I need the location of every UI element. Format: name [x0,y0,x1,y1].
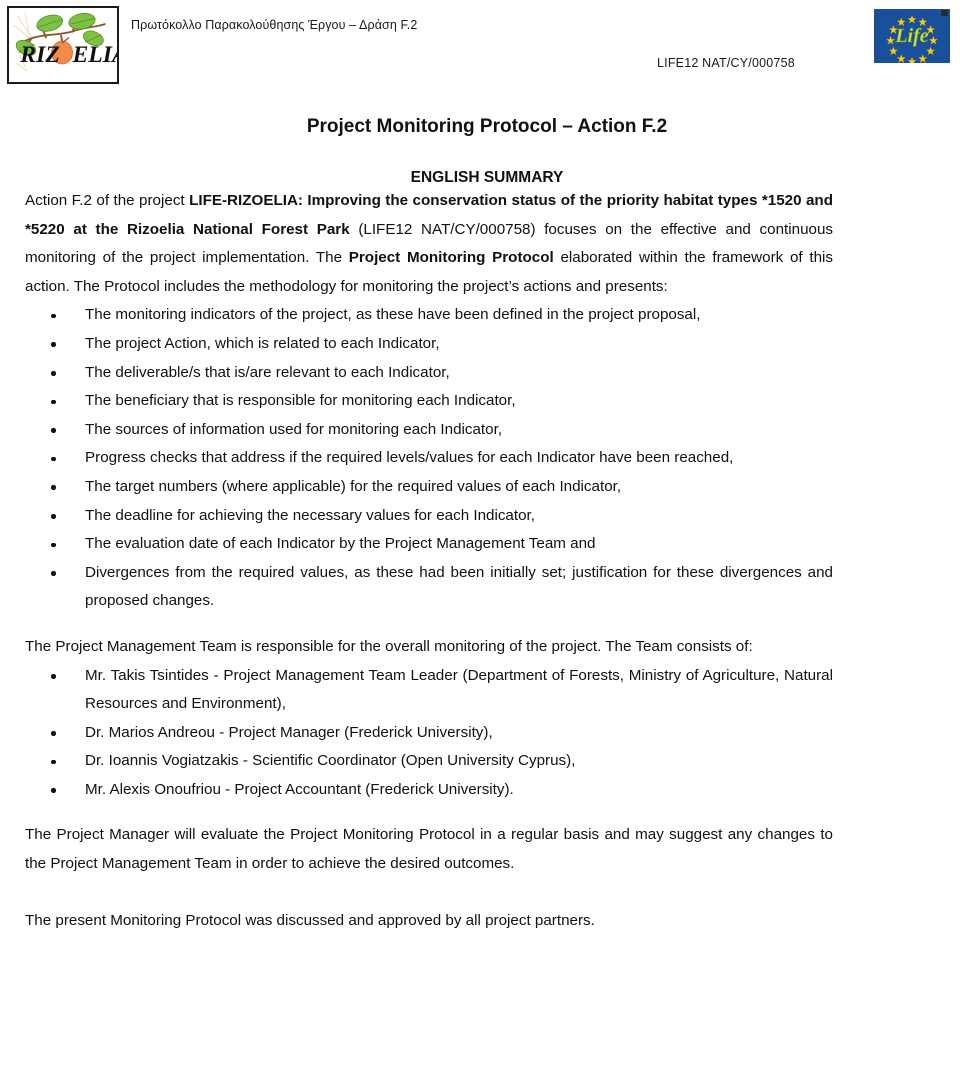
closing-paragraph-2: The present Monitoring Protocol was disc… [25,911,595,929]
document-subtitle: ENGLISH SUMMARY [410,169,564,186]
list-item: The target numbers (where applicable) fo… [25,473,833,502]
list-item: Dr. Ioannis Vogiatzakis - Scientific Coo… [25,747,833,776]
life-logo-corner-mark [941,10,948,16]
header-greek-title: Πρωτόκολλο Παρακολούθησης Έργου – Δράση … [131,18,418,32]
intro-bold-protocol: Project Monitoring Protocol [348,249,554,267]
life-eu-logo-art: Life [874,9,950,63]
list-item: The evaluation date of each Indicator by… [25,530,833,559]
list-item: The sources of information used for moni… [25,416,833,445]
header-life-project-code: LIFE12 NAT/CY/000758 [657,56,795,70]
rizoelia-logo-art: RIZ ELIA [9,8,117,82]
team-intro-paragraph: The Project Management Team is responsib… [25,637,753,655]
team-members-list: Mr. Takis Tsintides - Project Management… [25,662,833,805]
intro-paragraph: Action F.2 of the project LIFE-RIZOELIA:… [25,187,833,301]
list-item: The project Action, which is related to … [25,330,833,359]
list-item: Mr. Alexis Onoufriou - Project Accountan… [25,776,833,805]
rizoelia-logo-text-right: ELIA [71,42,117,68]
list-item: Progress checks that address if the requ… [25,444,833,473]
list-item: The deadline for achieving the necessary… [25,502,833,531]
page-header: RIZ ELIA Πρωτόκολλο Παρακολούθησης Έργου… [0,0,960,92]
protocol-items-list: The monitoring indicators of the project… [25,301,833,616]
rizoelia-logo-text-left: RIZ [19,42,60,68]
document-body: Project Monitoring Protocol – Action F.2… [0,92,960,935]
rizoelia-logo: RIZ ELIA [7,6,119,84]
life-eu-logo: Life [874,9,950,63]
list-item: The deliverable/s that is/are relevant t… [25,359,833,388]
list-item: The monitoring indicators of the project… [25,301,833,330]
document-title: Project Monitoring Protocol – Action F.2 [306,116,668,137]
list-item: The beneficiary that is responsible for … [25,387,833,416]
list-item: Divergences from the required values, as… [25,559,833,616]
list-item: Dr. Marios Andreou - Project Manager (Fr… [25,719,833,748]
intro-part1: Action F.2 of the project [25,192,190,209]
document-content: Action F.2 of the project LIFE-RIZOELIA:… [0,187,960,935]
life-wordmark: Life [894,25,928,47]
closing-paragraph-1: The Project Manager will evaluate the Pr… [25,826,833,873]
list-item: Mr. Takis Tsintides - Project Management… [25,662,833,719]
